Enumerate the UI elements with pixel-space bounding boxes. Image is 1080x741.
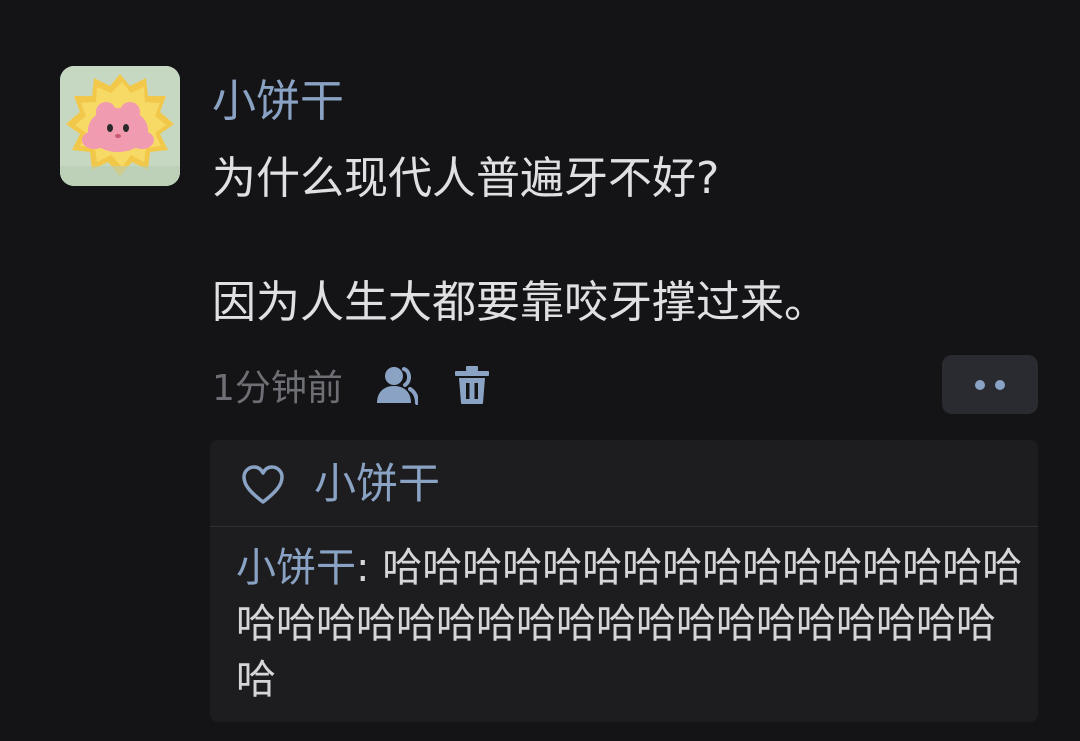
post-timestamp: 1分钟前 [212,368,343,409]
avatar[interactable] [60,66,180,186]
post-username[interactable]: 小饼干 [212,74,344,130]
avatar-image [60,66,180,186]
comment-panel: 小饼干 小饼干: 哈哈哈哈哈哈哈哈哈哈哈哈哈哈哈哈哈哈哈哈哈哈哈哈哈哈哈哈哈哈哈… [210,440,1038,722]
heart-outline-icon [240,464,286,506]
more-options-button[interactable] [942,355,1038,414]
likes-row: 小饼干 [210,440,1038,527]
comment-item[interactable]: 小饼干: 哈哈哈哈哈哈哈哈哈哈哈哈哈哈哈哈哈哈哈哈哈哈哈哈哈哈哈哈哈哈哈哈哈哈哈… [236,540,1028,708]
comment-separator: : [356,545,383,591]
like-username[interactable]: 小饼干 [314,458,440,510]
post-content-spacer [212,210,1032,272]
post-content-line: 因为人生大都要靠咬牙撑过来。 [212,277,828,328]
moment-post: 小饼干 为什么现代人普遍牙不好? 因为人生大都要靠咬牙撑过来。 1分钟前 小饼干… [0,0,1080,741]
more-dots-icon [975,379,985,390]
more-dots-icon [995,379,1005,390]
trash-icon[interactable] [447,360,497,410]
post-content: 为什么现代人普遍牙不好? 因为人生大都要靠咬牙撑过来。 [212,148,1032,334]
post-content-line: 为什么现代人普遍牙不好? [212,153,720,204]
post-meta: 1分钟前 [212,360,497,410]
friends-visibility-icon[interactable] [371,360,421,410]
comment-author[interactable]: 小饼干 [236,545,356,591]
